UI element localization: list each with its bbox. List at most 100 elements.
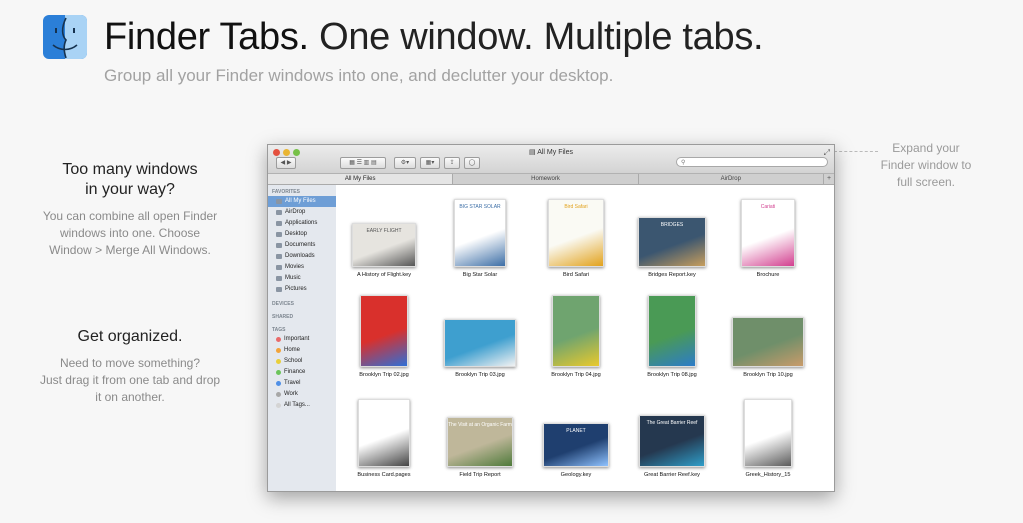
file-item[interactable]: EARLY FLIGHT A History of Flight.key <box>336 195 432 278</box>
file-item[interactable]: Bird Safari Bird Safari <box>528 195 624 278</box>
tag-color-dot-icon <box>276 403 281 408</box>
tab-homework[interactable]: Homework <box>453 174 639 184</box>
downloads-icon <box>276 254 282 259</box>
thumbnail-caption: BIG STAR SOLAR <box>459 204 501 210</box>
tag-color-dot-icon <box>276 337 281 342</box>
file-item[interactable]: Business Card.pages <box>336 395 432 478</box>
sidebar-item-desktop[interactable]: Desktop <box>268 229 336 240</box>
file-item[interactable]: Brooklyn Trip 03.jpg <box>432 295 528 378</box>
sidebar-tag-label: School <box>284 358 303 364</box>
pictures-icon <box>276 287 282 292</box>
action-gear-icon[interactable]: ⚙▾ <box>394 157 416 169</box>
back-forward-button[interactable]: ◀ ▶ <box>276 157 296 169</box>
sidebar-item-airdrop[interactable]: AirDrop <box>268 207 336 218</box>
file-thumbnail <box>744 399 792 467</box>
sidebar-tag-all-tags-[interactable]: All Tags... <box>268 400 336 411</box>
sidebar-item-music[interactable]: Music <box>268 273 336 284</box>
file-thumbnail <box>444 319 516 367</box>
file-name: Field Trip Report <box>459 472 501 478</box>
sidebar-header-shared: SHARED <box>272 314 294 320</box>
tags-icon[interactable]: ◯ <box>464 157 480 169</box>
sidebar-item-pictures[interactable]: Pictures <box>268 284 336 295</box>
file-item[interactable]: Brooklyn Trip 02.jpg <box>336 295 432 378</box>
file-item[interactable]: Greek_History_15 <box>720 395 816 478</box>
file-name: Brooklyn Trip 03.jpg <box>455 372 505 378</box>
file-item[interactable]: PLANET Geology.key <box>528 395 624 478</box>
file-thumbnail-frame <box>720 395 816 467</box>
file-name: Geology.key <box>560 472 592 478</box>
file-name: Brochure <box>756 272 780 278</box>
tab-all-my-files[interactable]: All My Files <box>268 174 454 184</box>
file-thumbnail: EARLY FLIGHT <box>352 223 416 267</box>
feature-organized: Get organized. Need to move something? J… <box>20 327 240 406</box>
file-item[interactable]: BIG STAR SOLAR Big Star Solar <box>432 195 528 278</box>
feature-organized-title: Get organized. <box>77 328 183 345</box>
sidebar-tag-home[interactable]: Home <box>268 345 336 356</box>
sidebar-tag-school[interactable]: School <box>268 356 336 367</box>
file-name: Great Barrier Reef.key <box>644 472 700 478</box>
feature-windows-body-line1: You can combine all open Finder <box>42 209 218 223</box>
sidebar-item-label: Documents <box>285 242 316 248</box>
tag-color-dot-icon <box>276 348 281 353</box>
file-thumbnail <box>358 399 410 467</box>
file-thumbnail-frame <box>624 295 720 367</box>
sidebar-item-all-my-files[interactable]: All My Files <box>268 196 336 207</box>
file-name: Brooklyn Trip 02.jpg <box>359 372 409 378</box>
view-mode-buttons[interactable]: ▦ ☰ ▥ ▤ <box>340 157 386 169</box>
sidebar-item-label: Music <box>285 275 301 281</box>
file-thumbnail-frame: The Great Barrier Reef <box>624 395 720 467</box>
file-name: Bird Safari <box>562 272 590 278</box>
share-icon[interactable]: ⇪ <box>444 157 460 169</box>
file-thumbnail: Cariati <box>741 199 795 267</box>
feature-windows-title: Too many windows in your way? <box>20 160 240 200</box>
file-thumbnail: The Great Barrier Reef <box>639 415 705 467</box>
tag-color-dot-icon <box>276 381 281 386</box>
sidebar-item-movies[interactable]: Movies <box>268 262 336 273</box>
sidebar-tag-work[interactable]: Work <box>268 389 336 400</box>
callout-line1: Expand your <box>892 141 960 155</box>
sidebar-tag-finance[interactable]: Finance <box>268 367 336 378</box>
feature-windows: Too many windows in your way? You can co… <box>20 160 240 259</box>
fullscreen-callout: Expand your Finder window to full screen… <box>862 140 990 191</box>
sidebar-item-applications[interactable]: Applications <box>268 218 336 229</box>
file-item[interactable]: Brooklyn Trip 10.jpg <box>720 295 816 378</box>
callout-line2: Finder window to <box>880 158 972 172</box>
add-tab-button[interactable]: + <box>824 174 834 184</box>
sidebar-item-label: Movies <box>285 264 305 270</box>
sidebar-item-label: Pictures <box>285 286 307 292</box>
file-name: Brooklyn Trip 08.jpg <box>647 372 697 378</box>
file-thumbnail-frame <box>720 295 816 367</box>
sidebar-tag-important[interactable]: Important <box>268 334 336 345</box>
airdrop-icon <box>276 210 282 215</box>
file-item[interactable]: Brooklyn Trip 04.jpg <box>528 295 624 378</box>
file-grid: EARLY FLIGHT A History of Flight.key BIG S… <box>336 185 834 491</box>
sidebar-tag-label: Home <box>284 347 301 353</box>
file-thumbnail-frame: BRIDGES <box>624 195 720 267</box>
page-title: Finder Tabs. One window. Multiple tabs. <box>104 16 764 59</box>
file-name: Brooklyn Trip 10.jpg <box>743 372 793 378</box>
arrange-icon[interactable]: ▦▾ <box>420 157 440 169</box>
file-name: Bridges Report.key <box>648 272 696 278</box>
sidebar-item-documents[interactable]: Documents <box>268 240 336 251</box>
file-item[interactable]: BRIDGES Bridges Report.key <box>624 195 720 278</box>
sidebar-item-downloads[interactable]: Downloads <box>268 251 336 262</box>
thumbnail-caption: EARLY FLIGHT <box>366 228 402 234</box>
file-thumbnail-frame: The Visit at an Organic Farm <box>432 395 528 467</box>
file-item[interactable]: The Great Barrier Reef Great Barrier Reef… <box>624 395 720 478</box>
file-name: Greek_History_15 <box>745 472 791 478</box>
tab-airdrop[interactable]: AirDrop <box>639 174 824 184</box>
finder-window: ▤ All My Files ⤢ ◀ ▶ ▦ ☰ ▥ ▤ ⚙▾ ▦▾ ⇪ ◯ ⚲… <box>267 144 835 492</box>
sidebar-header-favorites: FAVORITES <box>272 189 300 195</box>
file-item[interactable]: Brooklyn Trip 08.jpg <box>624 295 720 378</box>
sidebar-tag-label: All Tags... <box>284 402 310 408</box>
thumbnail-caption: BRIDGES <box>660 222 684 228</box>
sidebar-tag-travel[interactable]: Travel <box>268 378 336 389</box>
file-item[interactable]: Cariati Brochure <box>720 195 816 278</box>
tab-bar: All My Files Homework AirDrop + <box>268 174 834 185</box>
file-item[interactable]: The Visit at an Organic Farm Field Trip R… <box>432 395 528 478</box>
search-input[interactable]: ⚲ <box>676 157 828 167</box>
feature-windows-title-line2: in your way? <box>85 181 175 198</box>
sidebar-tags: Important Home School Finance Travel Work All … <box>268 334 336 411</box>
feature-organized-body-line2: Just drag it from one tab and drop <box>39 373 221 387</box>
feature-organized-body-line3: it on another. <box>95 390 165 404</box>
